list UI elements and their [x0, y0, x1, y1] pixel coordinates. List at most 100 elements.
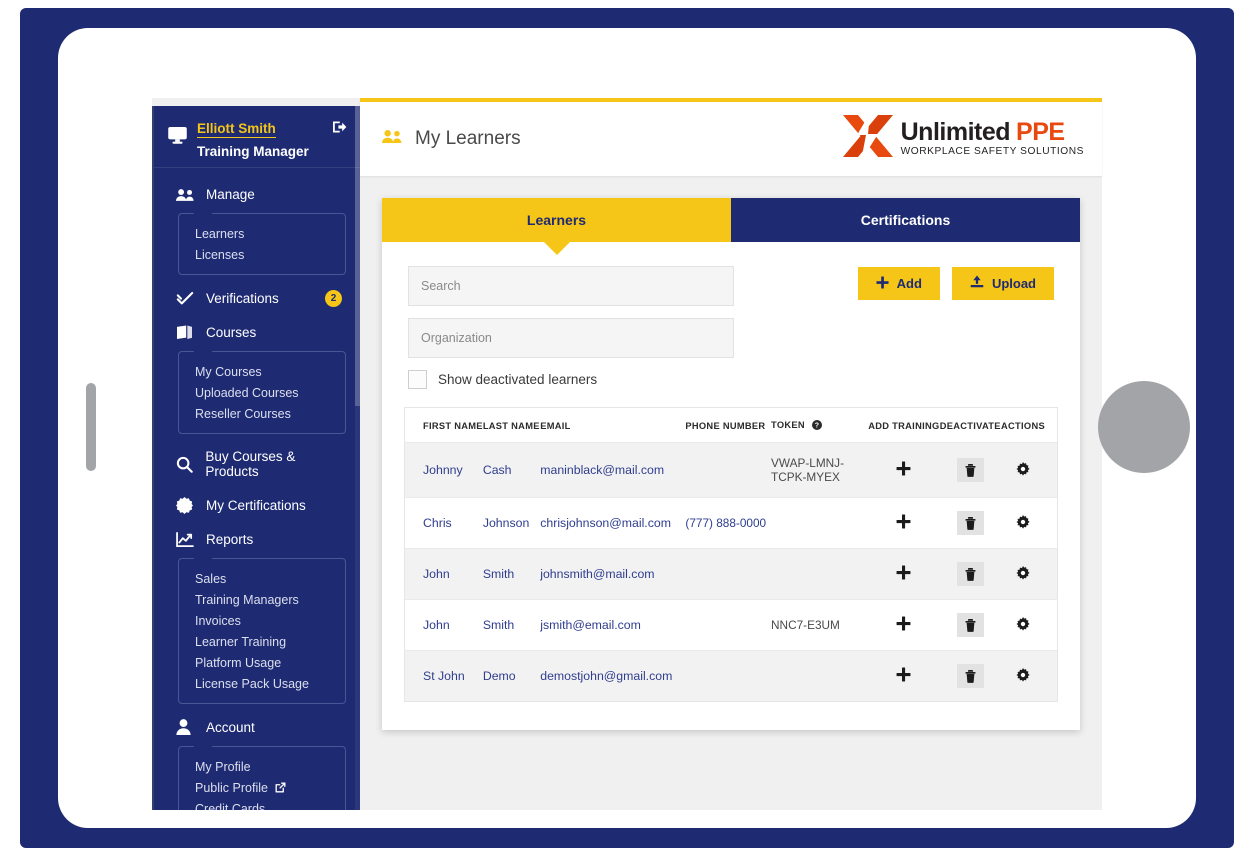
sidebar-item-uploaded-courses[interactable]: Uploaded Courses	[179, 382, 345, 403]
plus-icon[interactable]	[896, 667, 911, 686]
side-button[interactable]	[86, 383, 96, 471]
cell-add-training[interactable]	[868, 651, 939, 702]
sidebar-item-courses[interactable]: Courses	[154, 316, 360, 349]
trash-icon[interactable]	[957, 613, 984, 637]
sidebar-label-buy-courses: Buy Courses & Products	[205, 449, 348, 479]
trash-icon[interactable]	[957, 664, 984, 688]
sidebar-label-uploaded-courses: Uploaded Courses	[195, 386, 299, 400]
cell-email[interactable]: chrisjohnson@mail.com	[540, 498, 685, 549]
cell-add-training[interactable]	[868, 443, 939, 498]
show-deactivated-checkbox[interactable]	[408, 370, 427, 389]
cell-last-name: Johnson	[483, 498, 540, 549]
tablet-screen: Elliott Smith Training Manager	[58, 28, 1196, 828]
sidebar-item-my-certifications[interactable]: My Certifications	[154, 488, 360, 523]
learners-card: Learners Certifications	[382, 198, 1080, 730]
search-input[interactable]	[408, 266, 734, 306]
cell-phone-number: (777) 888-0000	[685, 498, 771, 549]
sidebar-item-license-pack-usage[interactable]: License Pack Usage	[179, 673, 345, 694]
cell-email[interactable]: jsmith@email.com	[540, 600, 685, 651]
sidebar-label-verifications: Verifications	[206, 291, 325, 306]
sidebar-label-licenses: Licenses	[195, 248, 244, 262]
sidebar-item-manage[interactable]: Manage	[154, 178, 360, 211]
tab-certifications[interactable]: Certifications	[731, 198, 1080, 242]
sidebar-item-credit-cards[interactable]: Credit Cards	[179, 798, 345, 810]
upload-button-label: Upload	[992, 276, 1036, 291]
gear-icon[interactable]	[1016, 668, 1030, 682]
organization-input[interactable]	[408, 318, 734, 358]
table-head: FIRST NAME LAST NAME EMAIL PHONE NUMBER …	[405, 408, 1057, 443]
cell-actions[interactable]	[1001, 549, 1057, 600]
sidebar-item-account[interactable]: Account	[154, 710, 360, 744]
sidebar-label-license-pack-usage: License Pack Usage	[195, 677, 309, 691]
sidebar-user-name[interactable]: Elliott Smith	[197, 121, 276, 138]
show-deactivated-row[interactable]: Show deactivated learners	[408, 370, 734, 389]
gear-icon[interactable]	[1016, 617, 1030, 631]
cell-deactivate[interactable]	[940, 498, 1001, 549]
people-icon	[382, 129, 403, 149]
table-row: St JohnDemodemostjohn@gmail.com	[405, 651, 1057, 702]
cell-deactivate[interactable]	[940, 549, 1001, 600]
cell-deactivate[interactable]	[940, 443, 1001, 498]
plus-icon[interactable]	[896, 514, 911, 533]
sidebar-item-learners[interactable]: Learners	[179, 223, 345, 244]
gear-icon[interactable]	[1016, 462, 1030, 476]
cell-email[interactable]: johnsmith@mail.com	[540, 549, 685, 600]
question-circle-icon[interactable]: ?	[812, 420, 822, 432]
logout-icon[interactable]	[333, 120, 348, 139]
sidebar-item-invoices[interactable]: Invoices	[179, 610, 345, 631]
sidebar-item-platform-usage[interactable]: Platform Usage	[179, 652, 345, 673]
cell-add-training[interactable]	[868, 549, 939, 600]
cell-phone-number	[685, 443, 771, 498]
sidebar-item-sales[interactable]: Sales	[179, 568, 345, 589]
x-bolt-logo-icon	[839, 111, 897, 168]
sidebar-item-reseller-courses[interactable]: Reseller Courses	[179, 403, 345, 424]
cell-email[interactable]: maninblack@mail.com	[540, 443, 685, 498]
cell-deactivate[interactable]	[940, 600, 1001, 651]
application-root: Elliott Smith Training Manager	[152, 98, 1102, 810]
column-deactivate: DEACTIVATE	[940, 408, 1001, 443]
sidebar-group-manage: Manage Learners Licenses	[154, 178, 360, 275]
cell-actions[interactable]	[1001, 443, 1057, 498]
sidebar-item-my-profile[interactable]: My Profile	[179, 756, 345, 777]
upload-button[interactable]: Upload	[952, 267, 1054, 300]
sidebar-user-block: Elliott Smith Training Manager	[154, 106, 360, 168]
cell-actions[interactable]	[1001, 498, 1057, 549]
plus-icon[interactable]	[896, 461, 911, 480]
table-row: JohnSmithjsmith@email.comNNC7-E3UM	[405, 600, 1057, 651]
plus-icon[interactable]	[896, 565, 911, 584]
trash-icon[interactable]	[957, 562, 984, 586]
chart-line-icon	[176, 532, 196, 547]
learners-table-box: FIRST NAME LAST NAME EMAIL PHONE NUMBER …	[404, 407, 1058, 702]
sidebar-item-training-managers[interactable]: Training Managers	[179, 589, 345, 610]
cell-deactivate[interactable]	[940, 651, 1001, 702]
sidebar-submenu-reports: Sales Training Managers Invoices Learner…	[178, 558, 346, 704]
home-button[interactable]	[1098, 381, 1190, 473]
column-phone-number: PHONE NUMBER	[685, 408, 771, 443]
cell-add-training[interactable]	[868, 600, 939, 651]
sidebar-group-account: Account My Profile Public Profile	[154, 710, 360, 810]
sidebar-item-licenses[interactable]: Licenses	[179, 244, 345, 265]
sidebar-label-account: Account	[206, 720, 348, 735]
sidebar-item-reports[interactable]: Reports	[154, 523, 360, 556]
plus-icon[interactable]	[896, 616, 911, 635]
add-button[interactable]: Add	[858, 267, 940, 300]
cell-actions[interactable]	[1001, 600, 1057, 651]
gear-icon[interactable]	[1016, 515, 1030, 529]
sidebar-item-learner-training[interactable]: Learner Training	[179, 631, 345, 652]
cell-add-training[interactable]	[868, 498, 939, 549]
filters-actions: Add Upload	[858, 266, 1054, 389]
sidebar-item-verifications[interactable]: Verifications 2	[154, 281, 360, 316]
tab-learners[interactable]: Learners	[382, 198, 731, 242]
cell-last-name: Cash	[483, 443, 540, 498]
sidebar-item-buy-courses[interactable]: Buy Courses & Products	[154, 440, 360, 488]
tab-bar: Learners Certifications	[382, 198, 1080, 242]
trash-icon[interactable]	[957, 511, 984, 535]
cell-email[interactable]: demostjohn@gmail.com	[540, 651, 685, 702]
cell-actions[interactable]	[1001, 651, 1057, 702]
trash-icon[interactable]	[957, 458, 984, 482]
sidebar-label-invoices: Invoices	[195, 614, 241, 628]
gear-icon[interactable]	[1016, 566, 1030, 580]
sidebar-item-public-profile[interactable]: Public Profile	[179, 777, 345, 798]
sidebar-item-my-courses[interactable]: My Courses	[179, 361, 345, 382]
verifications-badge: 2	[325, 290, 342, 307]
